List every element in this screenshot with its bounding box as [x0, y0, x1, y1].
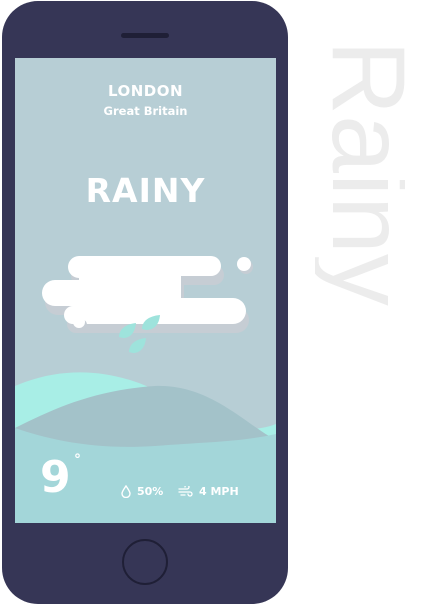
background-word-text: Rainy — [315, 40, 405, 306]
phone-speaker — [121, 33, 169, 38]
wind-stat: 4 MPH — [178, 483, 239, 499]
droplet-icon — [121, 484, 131, 498]
wind-value: 4 MPH — [199, 484, 239, 498]
weather-screen: LONDON Great Britain RAINY 9 ° 50% 4 MPH — [15, 58, 276, 523]
home-button[interactable] — [122, 539, 168, 585]
humidity-value: 50% — [137, 484, 164, 498]
temperature-unit: ° — [74, 452, 81, 468]
wind-icon — [178, 485, 193, 497]
temperature-value: 9 — [40, 452, 71, 503]
background-word: Rainy — [315, 40, 405, 580]
phone-frame: LONDON Great Britain RAINY 9 ° 50% 4 MPH — [2, 1, 288, 604]
humidity-stat: 50% — [121, 483, 163, 499]
